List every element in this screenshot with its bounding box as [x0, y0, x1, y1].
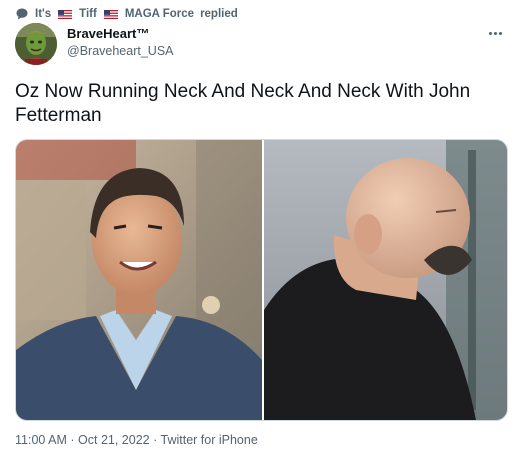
meta-separator: ·	[70, 433, 75, 447]
reply-context-user-maga-force[interactable]: MAGA Force	[125, 8, 194, 20]
reply-context: It's Tiff MAGA Force replied	[15, 6, 238, 22]
speech-bubble-icon	[15, 7, 29, 21]
media-photo	[16, 140, 507, 420]
reply-context-prefix: It's	[35, 8, 52, 20]
reply-context-user-tiff[interactable]: Tiff	[79, 8, 97, 20]
author-display-name[interactable]: BraveHeart™	[67, 26, 174, 42]
tweet-text: Oz Now Running Neck And Neck And Neck Wi…	[15, 81, 471, 126]
us-flag-icon	[58, 9, 73, 19]
avatar[interactable]	[15, 23, 57, 65]
more-options-icon[interactable]	[485, 27, 505, 39]
tweet-time[interactable]: 11:00 AM	[15, 433, 67, 447]
tweet-source[interactable]: Twitter for iPhone	[161, 433, 258, 447]
tweet-meta: 11:00 AM · Oct 21, 2022 · Twitter for iP…	[15, 433, 258, 447]
meta-separator: ·	[153, 433, 158, 447]
author-handle[interactable]: @Braveheart_USA	[67, 42, 174, 60]
us-flag-icon	[103, 9, 118, 19]
author-info: BraveHeart™ @Braveheart_USA	[67, 26, 174, 60]
tweet-date[interactable]: Oct 21, 2022	[78, 433, 150, 447]
tweet-media-image[interactable]	[15, 139, 508, 421]
reply-context-suffix: replied	[200, 8, 238, 20]
tweet-header: BraveHeart™ @Braveheart_USA	[15, 23, 505, 67]
